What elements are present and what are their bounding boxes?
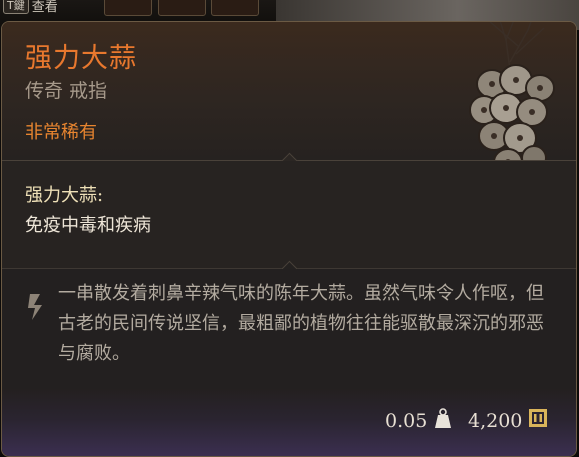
examine-label: 查看 — [31, 0, 58, 15]
item-name: 强力大蒜 — [25, 43, 137, 74]
quote-icon — [28, 294, 42, 320]
tooltip-footer: 0.05 4,200 — [2, 389, 576, 456]
examine-hint: T鍵 查看 — [3, 0, 58, 15]
item-price: 4,200 — [468, 410, 523, 432]
item-weight: 0.05 — [385, 410, 428, 432]
effect-section: 强力大蒜: 免疫中毒和疾病 — [2, 161, 576, 269]
item-tooltip: 强力大蒜 传奇 戒指 非常稀有 强力大蒜: 免疫中毒和疾病 一串散发着刺鼻辛辣气… — [1, 21, 577, 457]
hotbar-slot[interactable] — [104, 0, 152, 16]
weight-icon — [435, 408, 451, 428]
effect-description: 免疫中毒和疾病 — [25, 215, 151, 236]
hotbar-slot[interactable] — [158, 0, 206, 16]
item-rarity: 非常稀有 — [25, 122, 97, 143]
item-type: 传奇 戒指 — [25, 80, 108, 102]
gold-coin-icon — [529, 409, 547, 427]
hotbar-slot[interactable] — [211, 0, 259, 16]
lore-section: 一串散发着刺鼻辛辣气味的陈年大蒜。虽然气味令人作呕，但古老的民间传说坚信，最粗鄙… — [2, 269, 576, 389]
key-cap: T鍵 — [3, 0, 29, 14]
effect-name: 强力大蒜: — [25, 185, 104, 206]
lore-text: 一串散发着刺鼻辛辣气味的陈年大蒜。虽然气味令人作呕，但古老的民间传说坚信，最粗鄙… — [58, 283, 544, 364]
